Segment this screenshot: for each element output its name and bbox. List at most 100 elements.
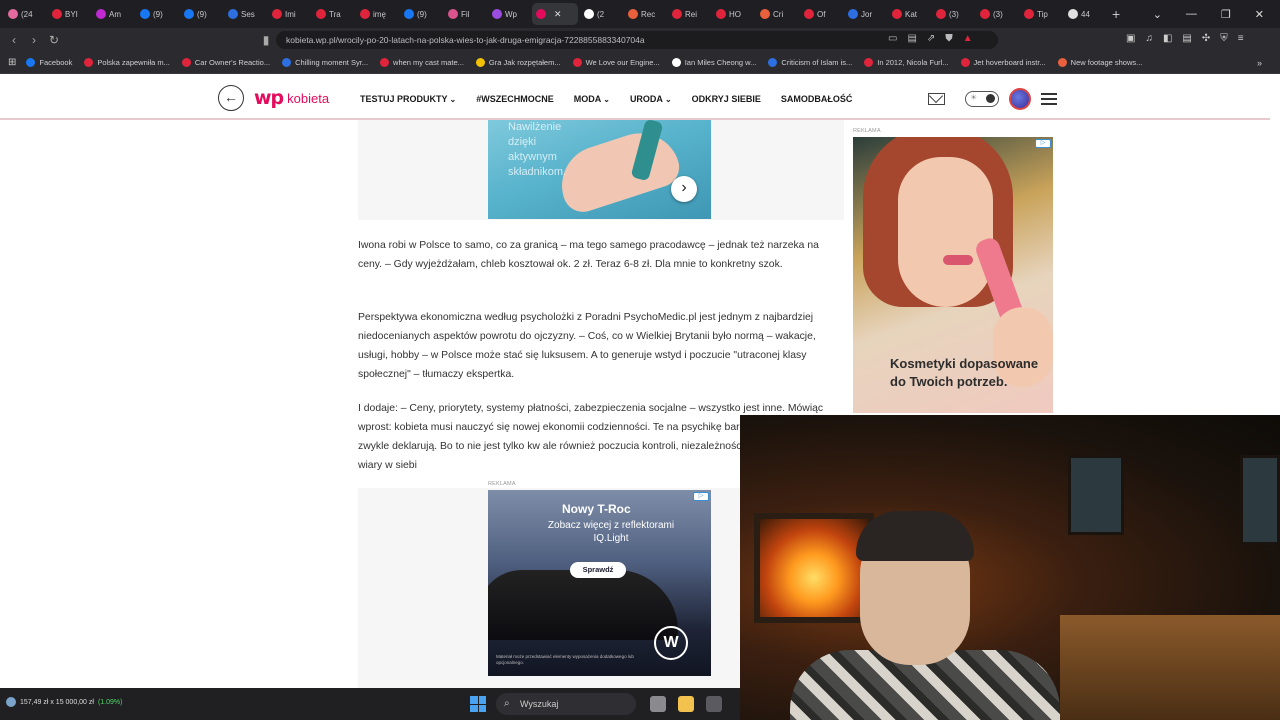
cam-table <box>1060 615 1280 720</box>
nav-item[interactable]: TESTUJ PRODUKTY ⌄ <box>360 94 456 104</box>
browser-tab[interactable]: Fil <box>444 3 486 25</box>
back-nav-icon[interactable]: ‹ <box>4 33 24 47</box>
browser-tab[interactable]: 44 <box>1064 3 1106 25</box>
vw-ad-cta-button[interactable]: Sprawdź <box>570 562 626 578</box>
tab-search-icon[interactable]: ⌄ <box>1153 8 1162 21</box>
browser-tab[interactable]: Jor <box>844 3 886 25</box>
extension-icons: ▣ ♫ ◧ ▤ ✣ ⛨ ≡ <box>1126 33 1244 44</box>
extensions-icon[interactable]: ✣ <box>1202 33 1210 44</box>
nav-item[interactable]: #WSZECHMOCNE <box>476 94 554 104</box>
ad-carousel-image[interactable]: Nawilżenie dzięki aktywnym składnikom. › <box>488 120 711 219</box>
reload-icon[interactable]: ↻ <box>44 33 64 47</box>
logo-mark: wp <box>254 87 284 109</box>
browser-tab[interactable]: (3) <box>932 3 974 25</box>
bookmark-item[interactable]: Jet hoverboard instr... <box>960 58 1046 67</box>
adchoices-icon[interactable]: ▷ <box>1035 139 1051 148</box>
forward-nav-icon[interactable]: › <box>24 33 44 47</box>
share-icon[interactable]: ⇗ <box>927 33 935 44</box>
bookmark-item[interactable]: Polska zapewniła m... <box>84 58 170 67</box>
browser-tab[interactable]: (9) <box>180 3 222 25</box>
search-placeholder: Wyszukaj <box>520 699 559 709</box>
nav-item[interactable]: ODKRYJ SIEBIE <box>692 94 761 104</box>
sidebar-ad-banner[interactable]: Kosmetyki dopasowane do Twoich potrzeb. … <box>853 137 1053 413</box>
browser-tab[interactable]: Kat <box>888 3 930 25</box>
new-tab-button[interactable]: + <box>1112 6 1120 22</box>
browser-tab[interactable]: Wp <box>488 3 530 25</box>
bookmark-label: In 2012, Nicola Furl... <box>877 58 949 67</box>
browser-tab[interactable]: (3) <box>976 3 1018 25</box>
hamburger-menu-icon[interactable] <box>1041 93 1057 105</box>
screen-icon[interactable]: ▭ <box>888 33 897 44</box>
brave-rewards-icon[interactable]: ▲ <box>963 33 973 44</box>
browser-tab[interactable]: Rei <box>668 3 710 25</box>
more-bookmarks-icon[interactable]: » <box>1257 58 1262 68</box>
tab-favicon-icon <box>848 9 858 19</box>
browser-tab[interactable]: (9) <box>136 3 178 25</box>
mail-icon[interactable] <box>928 93 945 105</box>
browser-tab[interactable]: Of <box>800 3 842 25</box>
theme-toggle[interactable] <box>965 91 999 107</box>
bookmark-item[interactable]: Criticism of Islam is... <box>768 58 852 67</box>
tab-label: Am <box>109 9 121 19</box>
bookmark-item[interactable]: when my cast mate... <box>380 58 464 67</box>
wallet-icon[interactable]: ▤ <box>1182 33 1191 44</box>
windows-start-icon[interactable] <box>470 696 486 712</box>
task-view-icon[interactable] <box>650 696 666 712</box>
snipping-tool-icon[interactable] <box>706 696 722 712</box>
bookmark-item[interactable]: In 2012, Nicola Furl... <box>864 58 949 67</box>
bookmark-label: Chilling moment Syr... <box>295 58 369 67</box>
wp-kobieta-logo[interactable]: wp kobieta <box>254 87 329 109</box>
apps-grid-icon[interactable]: ⊞ <box>8 57 16 68</box>
carousel-next-icon[interactable]: › <box>671 176 697 202</box>
avatar[interactable] <box>1009 88 1031 110</box>
bookmark-favicon-icon <box>1057 58 1067 67</box>
browser-tab[interactable]: Rec <box>624 3 666 25</box>
browser-tab[interactable]: Cri <box>756 3 798 25</box>
browser-tab[interactable]: Ses <box>224 3 266 25</box>
close-window-button[interactable]: ✕ <box>1255 8 1264 21</box>
music-icon[interactable]: ♫ <box>1145 33 1153 44</box>
bookmark-item[interactable]: Ian Miles Cheong w... <box>671 58 756 67</box>
browser-tab[interactable]: Am <box>92 3 134 25</box>
reader-icon[interactable]: ▤ <box>907 33 916 44</box>
minimize-button[interactable]: — <box>1186 8 1197 20</box>
bookmark-item[interactable]: We Love our Engine... <box>572 58 660 67</box>
shield-icon[interactable]: ⛊ <box>945 33 953 44</box>
vw-ad-banner[interactable]: Nowy T-Roc Zobacz więcej z reflektorami … <box>488 490 711 676</box>
bookmark-item[interactable]: Car Owner's Reactio... <box>181 58 270 67</box>
back-arrow-icon[interactable]: ← <box>218 85 244 111</box>
browser-tab[interactable]: HO <box>712 3 754 25</box>
tab-label: HO <box>729 9 741 19</box>
nav-item[interactable]: URODA ⌄ <box>630 94 672 104</box>
browser-tab[interactable]: Tip <box>1020 3 1062 25</box>
nav-item-label: TESTUJ PRODUKTY <box>360 94 448 104</box>
browser-tab[interactable]: BYI <box>48 3 90 25</box>
sidebar-icon[interactable]: ▣ <box>1126 33 1135 44</box>
browser-tab[interactable]: imę <box>356 3 398 25</box>
tab-label: Kat <box>905 9 918 19</box>
bookmark-favicon-icon <box>572 58 582 67</box>
bookmark-item[interactable]: Facebook <box>26 58 72 67</box>
bookmark-item[interactable]: Chilling moment Syr... <box>282 58 368 67</box>
vpn-icon[interactable]: ⛨ <box>1220 33 1228 44</box>
browser-tab[interactable]: Tra <box>312 3 354 25</box>
bookmark-item[interactable]: Gra Jak rozpętałem... <box>475 58 561 67</box>
bookmark-item[interactable]: New footage shows... <box>1057 58 1142 67</box>
browser-tab[interactable]: (24 <box>4 3 46 25</box>
panel-icon[interactable]: ◧ <box>1163 33 1172 44</box>
bookmark-label: Gra Jak rozpętałem... <box>488 58 561 67</box>
maximize-button[interactable]: ❐ <box>1221 8 1231 21</box>
browser-tab[interactable]: Imi <box>268 3 310 25</box>
menu-icon[interactable]: ≡ <box>1238 33 1244 44</box>
browser-tab[interactable]: (2 <box>580 3 622 25</box>
file-explorer-icon[interactable] <box>678 696 694 712</box>
nav-item[interactable]: SAMODBAŁOŚĆ <box>781 94 853 104</box>
browser-tab[interactable]: (9) <box>400 3 442 25</box>
nav-item[interactable]: MODA ⌄ <box>574 94 610 104</box>
adchoices-icon[interactable]: ▷ <box>693 492 709 501</box>
browser-tab[interactable]: ✕ <box>532 3 578 25</box>
stock-ticker[interactable]: 157,49 zł x 15 000,00 zł (1.09%) <box>6 697 122 707</box>
bookmark-icon[interactable]: ▮ <box>256 33 276 47</box>
tab-close-icon[interactable]: ✕ <box>554 9 562 20</box>
taskbar-search-input[interactable]: ⌕ Wyszukaj <box>496 693 636 715</box>
